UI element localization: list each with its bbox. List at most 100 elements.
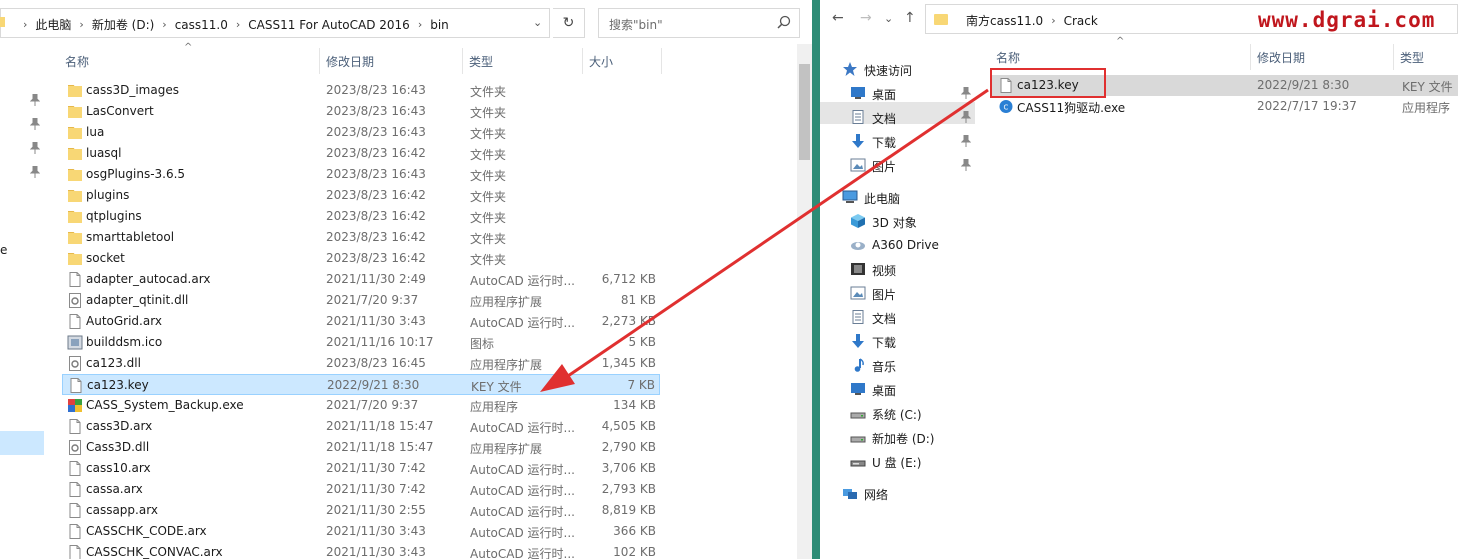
download-icon (850, 334, 866, 348)
file-row[interactable]: AutoGrid.arx 2021/11/30 3:43 AutoCAD 运行时..… (62, 311, 660, 332)
file-row[interactable]: qtplugins 2023/8/23 16:42 文件夹 (62, 206, 660, 227)
file-row[interactable]: lua 2023/8/23 16:43 文件夹 (62, 122, 660, 143)
pin-icon[interactable] (30, 94, 40, 106)
file-row[interactable]: adapter_qtinit.dll 2021/7/20 9:37 应用程序扩展 81… (62, 290, 660, 311)
file-row[interactable]: cass10.arx 2021/11/30 7:42 AutoCAD 运行时... 3… (62, 458, 660, 479)
up-arrow-icon[interactable]: ↑ (904, 10, 916, 26)
search-box[interactable]: 搜索"bin" (598, 8, 800, 38)
file-row[interactable]: cass3D_images 2023/8/23 16:43 文件夹 (62, 80, 660, 101)
nav-item-label: 下载 (872, 136, 897, 150)
address-bar[interactable]: › 此电脑 › 新加卷 (D:) › cass11.0 › CASS11 For… (0, 8, 550, 38)
document-icon (68, 378, 84, 393)
folder-icon (67, 188, 83, 203)
file-name: lua (86, 125, 105, 139)
chevron-down-icon[interactable]: ⌄ (884, 12, 893, 25)
column-header-date[interactable]: 修改日期 (1251, 44, 1393, 70)
column-header-type[interactable]: 类型 (1394, 44, 1458, 70)
file-row[interactable]: cass3D.arx 2021/11/18 15:47 AutoCAD 运行时...… (62, 416, 660, 437)
breadcrumb-item[interactable]: 新加卷 (D:) (92, 16, 154, 33)
file-name: ca123.dll (86, 356, 141, 370)
pin-icon[interactable] (30, 118, 40, 130)
file-row[interactable]: plugins 2023/8/23 16:42 文件夹 (62, 185, 660, 206)
pin-icon[interactable] (30, 166, 40, 178)
column-header-size[interactable]: 大小 (583, 48, 661, 74)
file-row[interactable]: smarttabletool 2023/8/23 16:42 文件夹 (62, 227, 660, 248)
drive-icon (850, 430, 866, 444)
file-row[interactable]: LasConvert 2023/8/23 16:43 文件夹 (62, 101, 660, 122)
file-type: 文件夹 (470, 232, 507, 246)
file-size: 5 KB (628, 335, 656, 349)
file-date: 2021/11/30 3:43 (326, 524, 426, 538)
file-row[interactable]: CASSCHK_CONVAC.arx 2021/11/30 3:43 AutoCAD… (62, 542, 660, 559)
vertical-scrollbar[interactable] (797, 44, 812, 559)
file-row[interactable]: cassapp.arx 2021/11/30 2:55 AutoCAD 运行时...… (62, 500, 660, 521)
file-date: 2021/11/30 2:49 (326, 272, 426, 286)
breadcrumb-item[interactable]: 南方cass11.0 (966, 12, 1043, 29)
file-type: 应用程序扩展 (470, 442, 543, 456)
file-row[interactable]: Cass3D.dll 2021/11/18 15:47 应用程序扩展 2,790 KB (62, 437, 660, 458)
pin-icon[interactable] (30, 142, 40, 154)
pin-icon[interactable] (961, 135, 971, 147)
file-type: 应用程序扩展 (470, 295, 543, 309)
breadcrumb-item[interactable]: cass11.0 (175, 18, 228, 32)
file-name: CASSCHK_CODE.arx (86, 524, 207, 538)
file-row[interactable]: builddsm.ico 2021/11/16 10:17 图标 5 KB (62, 332, 660, 353)
column-header-name[interactable]: 名称 (62, 48, 320, 74)
desktop-icon (850, 86, 866, 100)
pin-icon[interactable] (961, 111, 971, 123)
breadcrumb: 南方cass11.0 › Crack (966, 12, 1098, 29)
file-row[interactable]: ca123.key 2022/9/21 8:30 KEY 文件 7 KB (62, 374, 660, 395)
back-arrow-icon[interactable]: ← (832, 10, 844, 26)
nav-item-selected[interactable] (0, 431, 44, 455)
column-header-type[interactable]: 类型 (463, 48, 581, 74)
breadcrumb-item[interactable]: bin (430, 18, 449, 32)
pin-icon[interactable] (961, 159, 971, 171)
file-type: KEY 文件 (1402, 80, 1453, 94)
file-date: 2023/8/23 16:43 (326, 83, 426, 97)
chevron-down-icon[interactable]: ⌄ (533, 16, 542, 29)
nav-item-fragment[interactable]: e (0, 243, 7, 257)
file-row[interactable]: cassa.arx 2021/11/30 7:42 AutoCAD 运行时... 2,… (62, 479, 660, 500)
file-name: cass3D_images (86, 83, 179, 97)
column-header-date[interactable]: 修改日期 (320, 48, 462, 74)
column-header-label: 大小 (589, 55, 614, 69)
column-divider[interactable] (661, 48, 662, 74)
nav-item-label: 音乐 (872, 360, 897, 374)
refresh-icon: ↻ (562, 15, 575, 31)
file-row[interactable]: socket 2023/8/23 16:42 文件夹 (62, 248, 660, 269)
refresh-button[interactable]: ↻ (553, 8, 585, 38)
document-icon (67, 482, 83, 497)
nav-item-label: 图片 (872, 288, 897, 302)
scrollbar-thumb[interactable] (799, 64, 810, 160)
file-row[interactable]: ca123.dll 2023/8/23 16:45 应用程序扩展 1,345 KB (62, 353, 660, 374)
pin-icon[interactable] (961, 87, 971, 99)
nav-item-label: 文档 (872, 112, 897, 126)
file-row[interactable]: CASSCHK_CODE.arx 2021/11/30 3:43 AutoCAD 运… (62, 521, 660, 542)
file-size: 2,790 KB (601, 440, 656, 454)
forward-arrow-icon[interactable]: → (860, 10, 872, 26)
breadcrumb-item[interactable]: 此电脑 (35, 16, 71, 33)
file-row[interactable]: adapter_autocad.arx 2021/11/30 2:49 AutoCA… (62, 269, 660, 290)
cloud-drive-icon (850, 238, 866, 252)
file-row[interactable]: luasql 2023/8/23 16:42 文件夹 (62, 143, 660, 164)
breadcrumb-item[interactable]: CASS11 For AutoCAD 2016 (248, 18, 410, 32)
nav-item-label: 3D 对象 (872, 216, 917, 230)
chevron-right-icon: › (162, 18, 167, 31)
pictures-icon (850, 158, 866, 172)
document-icon (67, 419, 83, 434)
file-row[interactable]: C CASS11狗驱动.exe 2022/7/17 19:37 应用程序 (990, 96, 1458, 117)
file-row[interactable]: osgPlugins-3.6.5 2023/8/23 16:43 文件夹 (62, 164, 660, 185)
file-type: 图标 (470, 337, 495, 351)
chevron-right-icon: › (1051, 14, 1056, 27)
breadcrumb-item[interactable]: Crack (1064, 14, 1098, 28)
folder-icon (67, 104, 83, 119)
file-name: cassa.arx (86, 482, 143, 496)
watermark: www.dgrai.com (1258, 8, 1436, 32)
file-row[interactable]: CASS_System_Backup.exe 2021/7/20 9:37 应用程序… (62, 395, 660, 416)
file-type: 文件夹 (470, 211, 507, 225)
annotation-highlight-box (990, 68, 1106, 98)
file-size: 102 KB (613, 545, 656, 559)
column-header-name[interactable]: 名称 (990, 44, 1250, 70)
file-size: 81 KB (620, 293, 656, 307)
file-type: 文件夹 (470, 169, 507, 183)
